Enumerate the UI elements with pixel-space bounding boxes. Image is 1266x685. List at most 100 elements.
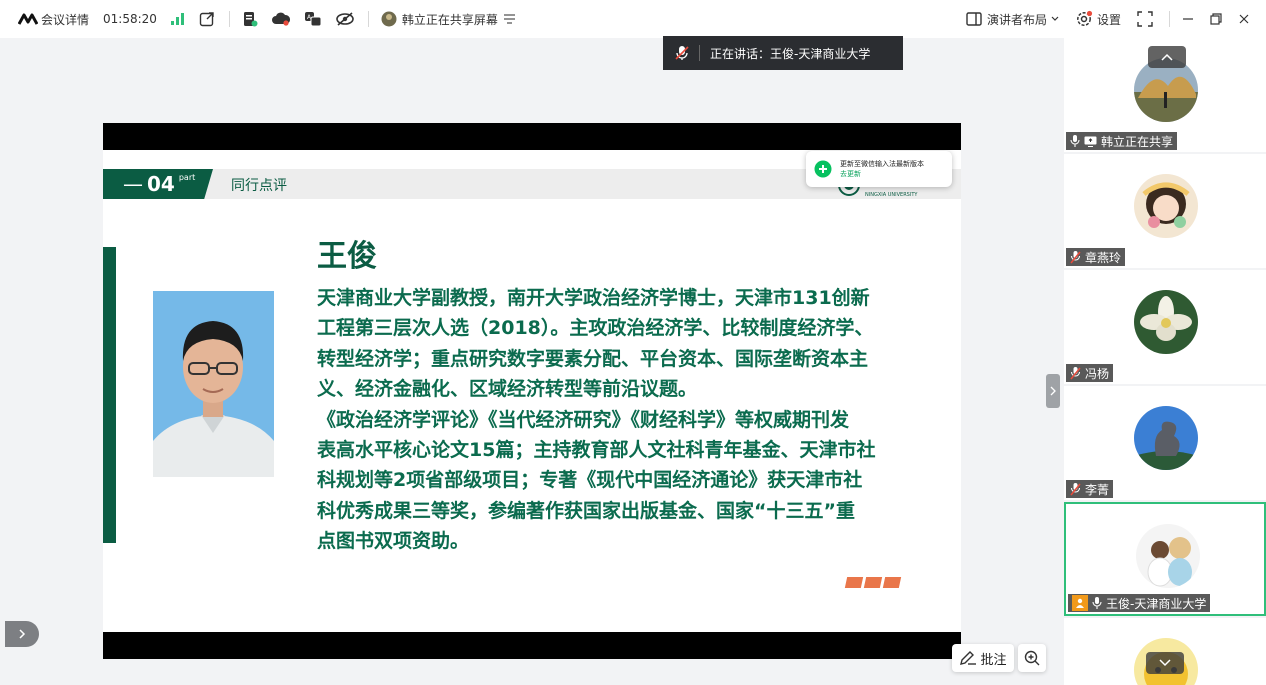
toolbar-divider [367,11,369,27]
ime-update-text: 更新至微信输入法最新版本 [840,160,924,168]
letterbox-bottom [103,632,961,659]
recording-button[interactable] [242,11,258,27]
popout-button[interactable] [199,11,215,27]
wechat-input-icon [814,160,832,178]
gear-icon [1075,10,1093,28]
bio-line: 天津商业大学副教授，南开大学政治经济学博士，天津市131创新 [317,287,870,309]
zoom-in-button[interactable] [1018,644,1046,672]
settings-button[interactable]: 设置 [1075,10,1121,28]
meeting-timer: 01:58:20 [103,12,157,26]
zoom-in-icon [1024,650,1040,666]
panel-scroll-down-button[interactable] [1146,652,1184,674]
fullscreen-icon [1137,11,1153,27]
user-avatar-icon [381,11,397,27]
panel-scroll-up-button[interactable] [1148,46,1186,68]
chevron-down-icon [1159,659,1171,667]
accent-block [863,577,883,588]
presentation-slide: — 04 part 同行点评 NINGXIA UNIVERSITY 王俊 天津商… [103,123,961,659]
signal-strength-icon [170,13,185,25]
mic-muted-icon [1070,482,1081,496]
external-link-icon [199,11,215,27]
participant-avatar [1136,524,1200,588]
chevron-right-icon [18,629,26,639]
participant-name: 韩立正在共享 [1101,134,1174,149]
accent-block [844,577,864,588]
mic-muted-icon [675,45,689,61]
network-signal-button[interactable] [170,13,185,25]
participant-tile[interactable]: 章燕玲 [1064,154,1266,268]
participant-label: 王俊-天津商业大学 [1068,594,1211,612]
translate-icon: A [304,11,322,27]
bio-line: 工程第三层次人选（2018）。主攻政治经济学、比较制度经济学、 [317,317,874,340]
logo-caption: NINGXIA UNIVERSITY [865,192,918,198]
bio-line: 《政治经济学评论》《当代经济研究》《财经科学》等权威期刊发 [317,408,850,431]
speaker-bio: 天津商业大学副教授，南开大学政治经济学博士，天津市131创新 工程第三层次人选（… [317,283,897,557]
top-toolbar: 会议详情 01:58:20 A 韩立正在共享屏幕 演讲者布局 设置 [0,0,1266,38]
expand-sidebar-button[interactable] [5,621,39,647]
layout-icon [966,12,982,26]
chevron-down-icon [1051,16,1059,22]
section-suffix: part [178,173,196,182]
fullscreen-button[interactable] [1137,11,1153,27]
bio-line: 表高水平核心论文15篇；主持教育部人文社科青年基金、天津市社 [317,439,876,462]
ime-update-link[interactable]: 去更新 [840,169,924,179]
speaker-photo [153,291,274,477]
sharing-status-button[interactable]: 韩立正在共享屏幕 [381,11,515,28]
bio-line: 科优秀成果三等奖，参编著作获国家出版基金、国家“十三五”重 [317,499,855,522]
cloud-record-button[interactable] [271,12,290,26]
settings-label: 设置 [1096,12,1121,27]
restore-window-icon [1210,13,1222,25]
sharing-status-label: 韩立正在共享屏幕 [401,12,498,27]
annotate-button[interactable]: 批注 [952,644,1014,672]
minimize-button[interactable] [1182,13,1194,25]
participant-name: 李菁 [1085,482,1110,497]
transcription-button[interactable]: A [304,11,322,27]
chevron-up-icon [1161,53,1173,61]
close-icon [1238,13,1250,25]
ime-update-notification[interactable]: 更新至微信输入法最新版本 去更新 [806,151,952,187]
toolbar-divider [1169,11,1170,27]
meeting-details-button[interactable]: 会议详情 [18,11,89,28]
bio-line: 义、经济金融化、区域经济转型等前沿议题。 [317,378,698,401]
restore-button[interactable] [1210,13,1222,25]
letterbox-top [103,123,961,150]
meeting-details-label: 会议详情 [41,12,90,27]
participant-tile[interactable]: 李菁 [1064,386,1266,500]
layout-dropdown[interactable]: 演讲者布局 [966,11,1059,28]
collapse-panel-button[interactable] [1046,374,1060,408]
participant-avatar [1134,290,1198,354]
slide-side-accent [103,247,116,543]
participant-tile[interactable]: 冯杨 [1064,270,1266,384]
mic-icon [1070,134,1080,148]
mic-icon [1092,596,1102,610]
participant-name: 冯杨 [1085,366,1110,381]
speaker-name: 王俊 [317,239,377,274]
participant-name: 王俊-天津商业大学 [1106,596,1207,611]
mic-muted-icon [1070,366,1081,380]
document-record-icon [242,11,258,27]
toolbar-divider [228,11,230,27]
mic-muted-icon [1070,250,1081,264]
participant-label: 李菁 [1066,480,1114,498]
section-dash: — [123,172,143,196]
speaking-divider [699,45,700,61]
participant-panel: 韩立正在共享 章燕玲 冯杨 李菁 王俊-天津商业大学 [1062,38,1266,685]
section-badge: — 04 part [103,169,213,199]
participant-tile-active[interactable]: 王俊-天津商业大学 [1064,502,1266,616]
annotate-label: 批注 [980,652,1007,668]
participant-avatar [1134,174,1198,238]
layout-label: 演讲者布局 [986,12,1047,27]
host-icon [1072,595,1088,611]
section-number: 04 [147,172,175,196]
participant-label: 章燕玲 [1066,248,1126,266]
hide-button[interactable] [336,12,354,26]
pen-icon [959,650,977,666]
speaking-indicator: 正在讲话： 王俊-天津商业大学 [663,36,903,70]
cloud-icon [271,12,290,26]
screen-share-icon [1084,136,1097,147]
participant-label: 冯杨 [1066,364,1114,382]
close-button[interactable] [1238,13,1250,25]
participant-avatar [1134,406,1198,470]
speaking-label: 正在讲话： [710,46,771,61]
participant-label: 韩立正在共享 [1066,132,1178,150]
